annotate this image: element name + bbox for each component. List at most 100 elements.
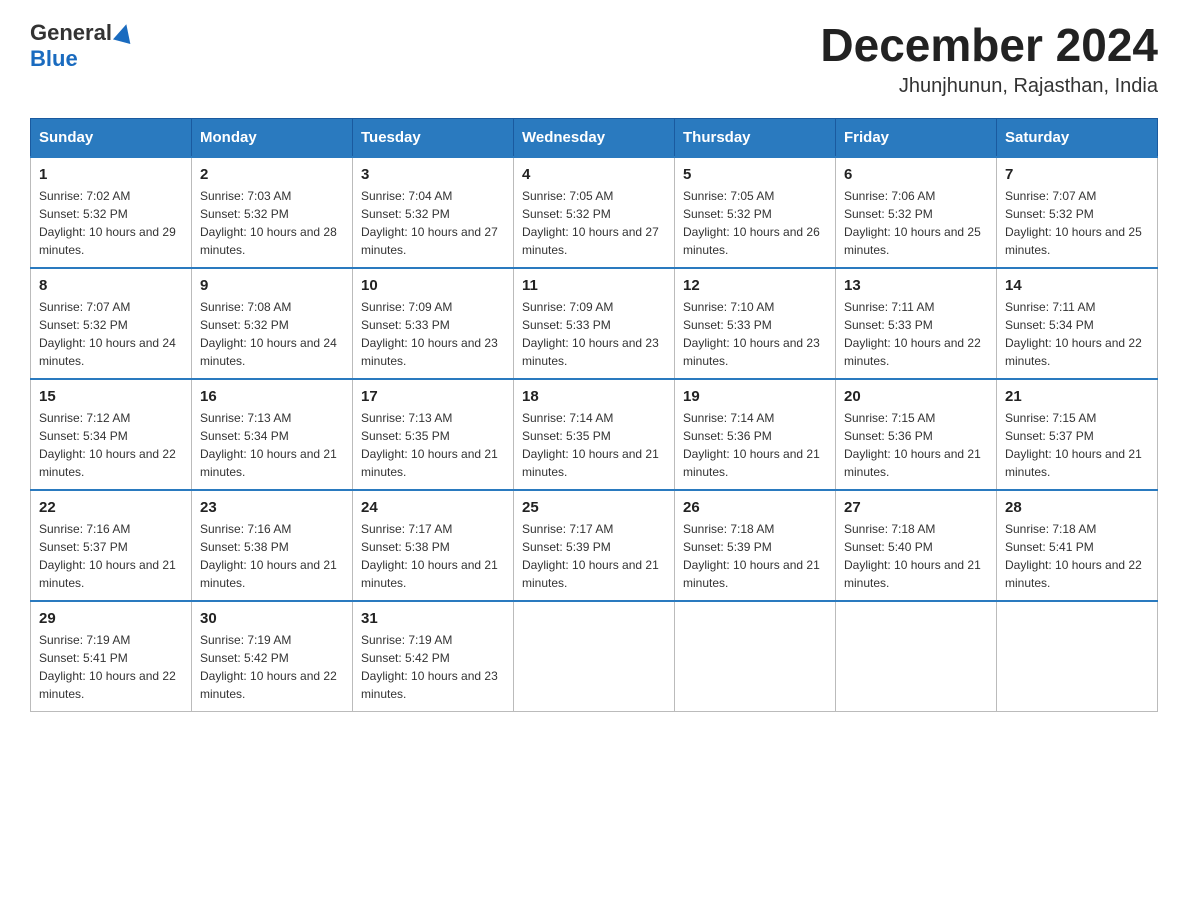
table-row: 1 Sunrise: 7:02 AM Sunset: 5:32 PM Dayli… (31, 157, 192, 268)
day-number: 31 (361, 610, 505, 627)
table-row: 30 Sunrise: 7:19 AM Sunset: 5:42 PM Dayl… (192, 601, 353, 712)
header-thursday: Thursday (675, 118, 836, 157)
table-row: 8 Sunrise: 7:07 AM Sunset: 5:32 PM Dayli… (31, 268, 192, 379)
table-row: 7 Sunrise: 7:07 AM Sunset: 5:32 PM Dayli… (997, 157, 1158, 268)
day-info: Sunrise: 7:18 AM Sunset: 5:41 PM Dayligh… (1005, 520, 1149, 592)
month-title: December 2024 (820, 20, 1158, 71)
day-number: 28 (1005, 499, 1149, 516)
calendar-table: Sunday Monday Tuesday Wednesday Thursday… (30, 118, 1158, 712)
day-info: Sunrise: 7:13 AM Sunset: 5:34 PM Dayligh… (200, 409, 344, 481)
day-number: 10 (361, 277, 505, 294)
day-number: 23 (200, 499, 344, 516)
table-row: 12 Sunrise: 7:10 AM Sunset: 5:33 PM Dayl… (675, 268, 836, 379)
day-number: 26 (683, 499, 827, 516)
day-number: 8 (39, 277, 183, 294)
table-row: 18 Sunrise: 7:14 AM Sunset: 5:35 PM Dayl… (514, 379, 675, 490)
day-info: Sunrise: 7:05 AM Sunset: 5:32 PM Dayligh… (522, 187, 666, 259)
day-number: 18 (522, 388, 666, 405)
table-row: 31 Sunrise: 7:19 AM Sunset: 5:42 PM Dayl… (353, 601, 514, 712)
table-row (997, 601, 1158, 712)
logo-blue: Blue (30, 46, 78, 71)
day-info: Sunrise: 7:17 AM Sunset: 5:39 PM Dayligh… (522, 520, 666, 592)
table-row: 14 Sunrise: 7:11 AM Sunset: 5:34 PM Dayl… (997, 268, 1158, 379)
day-info: Sunrise: 7:18 AM Sunset: 5:39 PM Dayligh… (683, 520, 827, 592)
day-number: 21 (1005, 388, 1149, 405)
table-row: 4 Sunrise: 7:05 AM Sunset: 5:32 PM Dayli… (514, 157, 675, 268)
table-row: 6 Sunrise: 7:06 AM Sunset: 5:32 PM Dayli… (836, 157, 997, 268)
table-row: 3 Sunrise: 7:04 AM Sunset: 5:32 PM Dayli… (353, 157, 514, 268)
table-row: 13 Sunrise: 7:11 AM Sunset: 5:33 PM Dayl… (836, 268, 997, 379)
day-number: 24 (361, 499, 505, 516)
table-row: 24 Sunrise: 7:17 AM Sunset: 5:38 PM Dayl… (353, 490, 514, 601)
header-sunday: Sunday (31, 118, 192, 157)
page-header: General Blue December 2024 Jhunjhunun, R… (30, 20, 1158, 98)
day-number: 19 (683, 388, 827, 405)
table-row: 11 Sunrise: 7:09 AM Sunset: 5:33 PM Dayl… (514, 268, 675, 379)
day-info: Sunrise: 7:11 AM Sunset: 5:33 PM Dayligh… (844, 298, 988, 370)
logo-general: General (30, 20, 112, 46)
day-number: 17 (361, 388, 505, 405)
calendar-week-row: 22 Sunrise: 7:16 AM Sunset: 5:37 PM Dayl… (31, 490, 1158, 601)
table-row: 9 Sunrise: 7:08 AM Sunset: 5:32 PM Dayli… (192, 268, 353, 379)
day-number: 1 (39, 166, 183, 183)
logo-triangle-icon (113, 22, 135, 44)
day-info: Sunrise: 7:17 AM Sunset: 5:38 PM Dayligh… (361, 520, 505, 592)
day-info: Sunrise: 7:09 AM Sunset: 5:33 PM Dayligh… (522, 298, 666, 370)
day-number: 3 (361, 166, 505, 183)
day-number: 30 (200, 610, 344, 627)
calendar-week-row: 29 Sunrise: 7:19 AM Sunset: 5:41 PM Dayl… (31, 601, 1158, 712)
title-section: December 2024 Jhunjhunun, Rajasthan, Ind… (820, 20, 1158, 98)
day-info: Sunrise: 7:16 AM Sunset: 5:37 PM Dayligh… (39, 520, 183, 592)
header-friday: Friday (836, 118, 997, 157)
table-row: 17 Sunrise: 7:13 AM Sunset: 5:35 PM Dayl… (353, 379, 514, 490)
logo: General Blue (30, 20, 133, 72)
day-number: 13 (844, 277, 988, 294)
day-info: Sunrise: 7:11 AM Sunset: 5:34 PM Dayligh… (1005, 298, 1149, 370)
table-row: 19 Sunrise: 7:14 AM Sunset: 5:36 PM Dayl… (675, 379, 836, 490)
calendar-week-row: 1 Sunrise: 7:02 AM Sunset: 5:32 PM Dayli… (31, 157, 1158, 268)
table-row: 23 Sunrise: 7:16 AM Sunset: 5:38 PM Dayl… (192, 490, 353, 601)
day-info: Sunrise: 7:15 AM Sunset: 5:36 PM Dayligh… (844, 409, 988, 481)
table-row: 26 Sunrise: 7:18 AM Sunset: 5:39 PM Dayl… (675, 490, 836, 601)
day-info: Sunrise: 7:18 AM Sunset: 5:40 PM Dayligh… (844, 520, 988, 592)
location-title: Jhunjhunun, Rajasthan, India (820, 75, 1158, 98)
table-row: 25 Sunrise: 7:17 AM Sunset: 5:39 PM Dayl… (514, 490, 675, 601)
day-info: Sunrise: 7:03 AM Sunset: 5:32 PM Dayligh… (200, 187, 344, 259)
header-saturday: Saturday (997, 118, 1158, 157)
day-info: Sunrise: 7:06 AM Sunset: 5:32 PM Dayligh… (844, 187, 988, 259)
table-row (514, 601, 675, 712)
day-info: Sunrise: 7:07 AM Sunset: 5:32 PM Dayligh… (39, 298, 183, 370)
day-info: Sunrise: 7:10 AM Sunset: 5:33 PM Dayligh… (683, 298, 827, 370)
day-number: 16 (200, 388, 344, 405)
table-row: 5 Sunrise: 7:05 AM Sunset: 5:32 PM Dayli… (675, 157, 836, 268)
table-row: 16 Sunrise: 7:13 AM Sunset: 5:34 PM Dayl… (192, 379, 353, 490)
table-row (675, 601, 836, 712)
day-number: 2 (200, 166, 344, 183)
day-number: 20 (844, 388, 988, 405)
day-info: Sunrise: 7:05 AM Sunset: 5:32 PM Dayligh… (683, 187, 827, 259)
day-info: Sunrise: 7:19 AM Sunset: 5:42 PM Dayligh… (361, 631, 505, 703)
day-info: Sunrise: 7:19 AM Sunset: 5:41 PM Dayligh… (39, 631, 183, 703)
day-info: Sunrise: 7:02 AM Sunset: 5:32 PM Dayligh… (39, 187, 183, 259)
header-tuesday: Tuesday (353, 118, 514, 157)
day-number: 5 (683, 166, 827, 183)
day-info: Sunrise: 7:04 AM Sunset: 5:32 PM Dayligh… (361, 187, 505, 259)
calendar-week-row: 15 Sunrise: 7:12 AM Sunset: 5:34 PM Dayl… (31, 379, 1158, 490)
table-row: 22 Sunrise: 7:16 AM Sunset: 5:37 PM Dayl… (31, 490, 192, 601)
day-number: 15 (39, 388, 183, 405)
day-number: 6 (844, 166, 988, 183)
day-info: Sunrise: 7:15 AM Sunset: 5:37 PM Dayligh… (1005, 409, 1149, 481)
calendar-week-row: 8 Sunrise: 7:07 AM Sunset: 5:32 PM Dayli… (31, 268, 1158, 379)
day-info: Sunrise: 7:14 AM Sunset: 5:35 PM Dayligh… (522, 409, 666, 481)
header-monday: Monday (192, 118, 353, 157)
day-number: 7 (1005, 166, 1149, 183)
day-number: 4 (522, 166, 666, 183)
day-number: 9 (200, 277, 344, 294)
table-row: 15 Sunrise: 7:12 AM Sunset: 5:34 PM Dayl… (31, 379, 192, 490)
day-number: 12 (683, 277, 827, 294)
table-row: 20 Sunrise: 7:15 AM Sunset: 5:36 PM Dayl… (836, 379, 997, 490)
day-number: 11 (522, 277, 666, 294)
day-info: Sunrise: 7:16 AM Sunset: 5:38 PM Dayligh… (200, 520, 344, 592)
day-number: 27 (844, 499, 988, 516)
day-number: 22 (39, 499, 183, 516)
